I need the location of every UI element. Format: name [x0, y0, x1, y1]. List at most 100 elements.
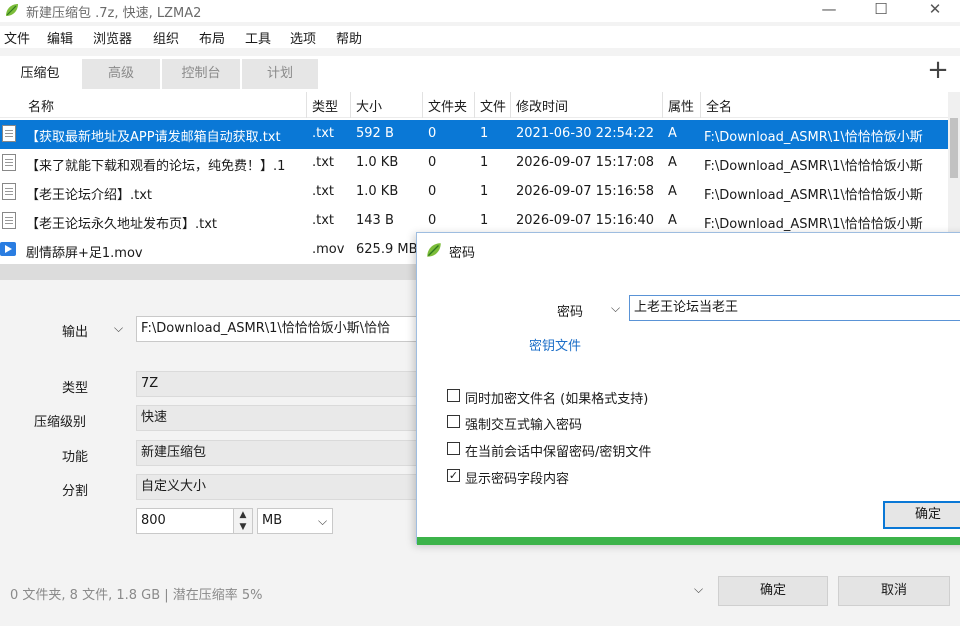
column-type[interactable]: 类型 — [312, 96, 338, 115]
function-select[interactable]: 新建压缩包 — [136, 440, 426, 466]
vertical-scrollbar-thumb[interactable] — [950, 118, 958, 178]
split-unit-value: MB — [262, 513, 283, 528]
checkbox-checked[interactable]: ✓ — [447, 469, 460, 482]
password-label: 密码 — [557, 305, 584, 320]
menu-tools[interactable]: 工具 — [245, 28, 271, 47]
type-select[interactable]: 7Z — [136, 371, 426, 397]
tab-archive[interactable]: 压缩包 — [0, 59, 80, 89]
column-fullname[interactable]: 全名 — [706, 96, 732, 115]
cancel-button[interactable]: 取消 — [838, 576, 950, 606]
function-label: 功能 — [62, 450, 89, 465]
checkbox[interactable] — [447, 415, 460, 428]
password-input[interactable]: 上老王论坛当老王 — [629, 295, 960, 321]
column-files[interactable]: 文件 — [480, 96, 506, 115]
file-count: 1 — [480, 155, 489, 170]
file-size: 625.9 MB — [356, 242, 418, 257]
password-dialog: 密码 密码 ⌵ 上老王论坛当老王 密钥文件 同时加密文件名 (如果格式支持) 强… — [416, 232, 960, 545]
menu-edit[interactable]: 编辑 — [47, 28, 73, 47]
tab-console[interactable]: 控制台 — [162, 59, 240, 89]
file-name: 剧情舔屏+足1.mov — [26, 246, 143, 261]
chevron-down-icon[interactable]: ⌵ — [694, 582, 703, 597]
dialog-body: 密码 ⌵ 上老王论坛当老王 密钥文件 同时加密文件名 (如果格式支持) 强制交互… — [417, 267, 960, 537]
keyfile-link[interactable]: 密钥文件 — [529, 335, 581, 354]
tab-advanced[interactable]: 高级 — [82, 59, 160, 89]
split-unit-select[interactable]: MB ⌵ — [257, 508, 333, 534]
column-divider[interactable] — [350, 92, 351, 118]
compression-level-label: 压缩级别 — [34, 415, 87, 430]
file-type: .mov — [312, 242, 345, 257]
column-divider[interactable] — [510, 92, 511, 118]
file-type: .txt — [312, 155, 335, 170]
dialog-title: 密码 — [449, 246, 476, 261]
column-name[interactable]: 名称 — [28, 96, 54, 115]
menu-layout[interactable]: 布局 — [199, 28, 225, 47]
file-attr: A — [668, 126, 677, 141]
menu-options[interactable]: 选项 — [290, 28, 316, 47]
file-modified: 2026-09-07 15:17:08 — [516, 155, 655, 170]
file-fullname: F:\Download_ASMR\1\恰恰恰饭小斯 — [704, 159, 923, 174]
file-folders: 0 — [428, 126, 437, 141]
dialog-ok-button[interactable]: 确定 — [883, 501, 960, 529]
file-row[interactable]: 【获取最新地址及APP请发邮箱自动获取.txt .txt 592 B 0 1 2… — [0, 120, 948, 149]
video-file-icon — [0, 242, 16, 256]
file-fullname: F:\Download_ASMR\1\恰恰恰饭小斯 — [704, 217, 923, 232]
column-size[interactable]: 大小 — [356, 96, 382, 115]
chevron-down-icon[interactable]: ⌵ — [114, 321, 123, 336]
file-list-header: 名称 类型 大小 文件夹 文件 修改时间 属性 全名 — [0, 92, 948, 118]
file-folders: 0 — [428, 184, 437, 199]
split-size-spinner[interactable]: ▲ ▼ — [233, 508, 253, 534]
file-name: 【获取最新地址及APP请发邮箱自动获取.txt — [26, 130, 281, 145]
file-type: .txt — [312, 213, 335, 228]
file-name: 【来了就能下载和观看的论坛，纯免费！】.1 — [26, 159, 286, 174]
menu-browser[interactable]: 浏览器 — [93, 28, 132, 47]
close-button[interactable]: ✕ — [912, 0, 958, 22]
type-label: 类型 — [62, 381, 89, 396]
checkbox-label: 强制交互式输入密码 — [465, 418, 583, 433]
maximize-button[interactable]: ☐ — [858, 0, 904, 22]
column-divider[interactable] — [422, 92, 423, 118]
file-count: 1 — [480, 213, 489, 228]
file-type: .txt — [312, 126, 335, 141]
file-count: 1 — [480, 126, 489, 141]
menu-file[interactable]: 文件 — [4, 28, 30, 47]
menu-organize[interactable]: 组织 — [153, 28, 179, 47]
file-count: 1 — [480, 184, 489, 199]
split-size-input[interactable]: 800 — [136, 508, 234, 534]
text-file-icon — [2, 183, 16, 200]
file-name: 【老王论坛永久地址发布页】.txt — [26, 217, 218, 232]
chevron-down-icon[interactable]: ⌵ — [611, 301, 620, 316]
column-divider[interactable] — [474, 92, 475, 118]
split-select[interactable]: 自定义大小 — [136, 474, 426, 500]
file-size: 1.0 KB — [356, 155, 399, 170]
bandizip-leaf-icon — [6, 4, 18, 16]
checkbox-label: 显示密码字段内容 — [465, 472, 570, 487]
dialog-title-bar: 密码 — [417, 233, 960, 267]
file-name: 【老王论坛介绍】.txt — [26, 188, 153, 203]
window-title: 新建压缩包 .7z, 快速, LZMA2 — [26, 6, 202, 21]
file-size: 1.0 KB — [356, 184, 399, 199]
column-folders[interactable]: 文件夹 — [428, 96, 467, 115]
column-divider[interactable] — [306, 92, 307, 118]
file-attr: A — [668, 213, 677, 228]
ok-button[interactable]: 确定 — [718, 576, 828, 606]
column-divider[interactable] — [700, 92, 701, 118]
file-row[interactable]: 【来了就能下载和观看的论坛，纯免费！】.1 .txt 1.0 KB 0 1 20… — [0, 149, 948, 178]
column-attr[interactable]: 属性 — [668, 96, 694, 115]
checkbox[interactable] — [447, 442, 460, 455]
checkbox[interactable] — [447, 389, 460, 402]
column-modified[interactable]: 修改时间 — [516, 96, 568, 115]
minimize-button[interactable]: — — [806, 0, 852, 22]
column-divider[interactable] — [662, 92, 663, 118]
menu-bar: 文件 编辑 浏览器 组织 布局 工具 选项 帮助 — [0, 26, 960, 48]
add-files-button[interactable]: + — [924, 56, 952, 86]
menu-help[interactable]: 帮助 — [336, 28, 362, 47]
file-modified: 2026-09-07 15:16:40 — [516, 213, 655, 228]
compression-level-select[interactable]: 快速 — [136, 405, 426, 431]
output-path-field[interactable]: F:\Download_ASMR\1\恰恰恰饭小斯\恰恰 — [136, 316, 426, 342]
output-label: 输出 — [62, 325, 89, 340]
file-row[interactable]: 【老王论坛介绍】.txt .txt 1.0 KB 0 1 2026-09-07 … — [0, 178, 948, 207]
file-size: 592 B — [356, 126, 394, 141]
tab-schedule[interactable]: 计划 — [242, 59, 318, 89]
file-attr: A — [668, 155, 677, 170]
title-bar: 新建压缩包 .7z, 快速, LZMA2 — ☐ ✕ — [0, 0, 960, 22]
